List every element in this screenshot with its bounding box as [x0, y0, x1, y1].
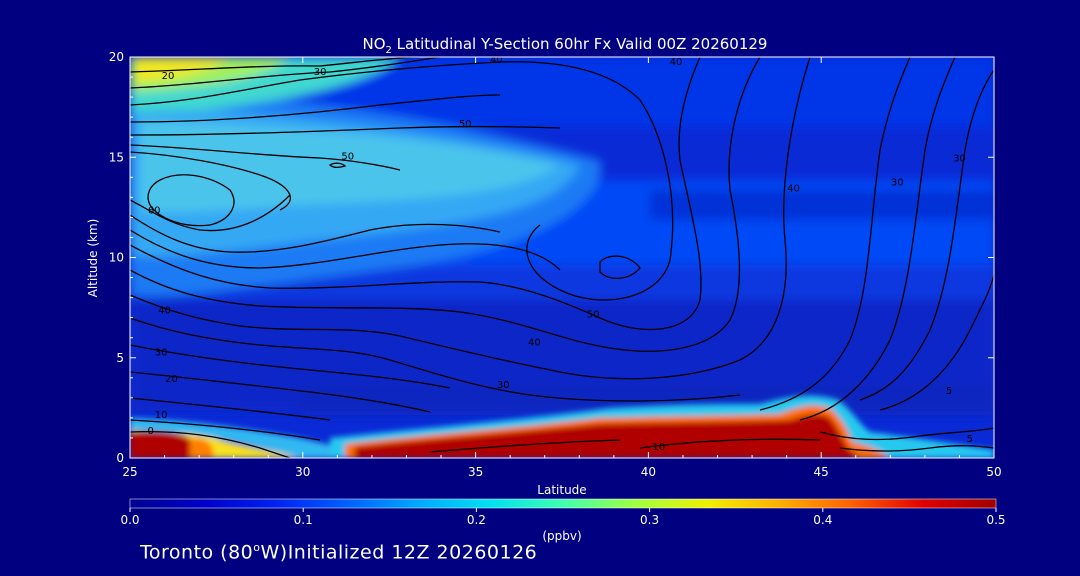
- contour-label: 10: [652, 442, 665, 453]
- contour-label: 40: [670, 57, 683, 68]
- footer-caption: Toronto (80oW)Initialized 12Z 20260126: [140, 541, 537, 563]
- contour-label: 10: [155, 410, 168, 421]
- x-tick-label: 30: [295, 465, 310, 479]
- colorbar-tick-label: 0.3: [640, 513, 659, 527]
- contour-label: 40: [528, 338, 541, 349]
- footer-location: Toronto (80: [140, 541, 254, 564]
- colorbar-ticks: 0.0 0.1 0.2 0.3 0.4 0.5: [120, 508, 1006, 527]
- contour-label: 50: [459, 119, 472, 130]
- chart: NO2 Latitudinal Y-Section 60hr Fx Valid …: [86, 35, 1006, 543]
- contour-label: 30: [891, 177, 904, 188]
- x-axis-label: Latitude: [537, 483, 586, 497]
- contour-label: 40: [158, 306, 171, 317]
- contour-label: 5: [946, 386, 952, 397]
- contour-label: 40: [787, 183, 800, 194]
- y-tick-label: 5: [116, 351, 124, 365]
- contour-label: 50: [341, 151, 354, 162]
- y-tick-label: 0: [116, 451, 124, 465]
- degree-mark: o: [253, 541, 261, 554]
- y-tick-label: 15: [109, 150, 124, 164]
- colorbar-tick-label: 0.5: [986, 513, 1005, 527]
- colorbar: 0.0 0.1 0.2 0.3 0.4 0.5 (ppbv): [120, 498, 1006, 543]
- contour-label: 20: [162, 71, 175, 82]
- x-tick-label: 40: [641, 465, 656, 479]
- x-tick-label: 50: [986, 465, 1001, 479]
- x-tick-label: 45: [814, 465, 829, 479]
- contour-label: 20: [165, 374, 178, 385]
- x-tick-label: 35: [468, 465, 483, 479]
- contour-label: 5: [967, 434, 973, 445]
- contour-label: 30: [155, 348, 168, 359]
- field-dark-strip: [650, 190, 994, 220]
- contour-label: 60: [148, 205, 161, 216]
- footer-initialized: W)Initialized 12Z 20260126: [260, 541, 538, 564]
- chart-title: NO2 Latitudinal Y-Section 60hr Fx Valid …: [363, 35, 768, 56]
- y-axis-label: Altitude (km): [86, 219, 100, 298]
- y-tick-label: 10: [109, 251, 124, 265]
- contour-label: 0: [148, 426, 154, 437]
- colorbar-ramp: [129, 498, 997, 509]
- contour-label: 30: [497, 380, 510, 391]
- colorbar-tick-label: 0.0: [120, 513, 139, 527]
- x-tick-label: 25: [122, 465, 137, 479]
- contour-label: 30: [953, 153, 966, 164]
- colorbar-tick-label: 0.4: [813, 513, 832, 527]
- colorbar-tick-label: 0.2: [467, 513, 486, 527]
- contour-label: 30: [314, 67, 327, 78]
- colorbar-tick-label: 0.1: [294, 513, 313, 527]
- contour-label: 50: [587, 310, 600, 321]
- y-tick-label: 20: [109, 50, 124, 64]
- colorbar-unit-label: (ppbv): [542, 529, 581, 543]
